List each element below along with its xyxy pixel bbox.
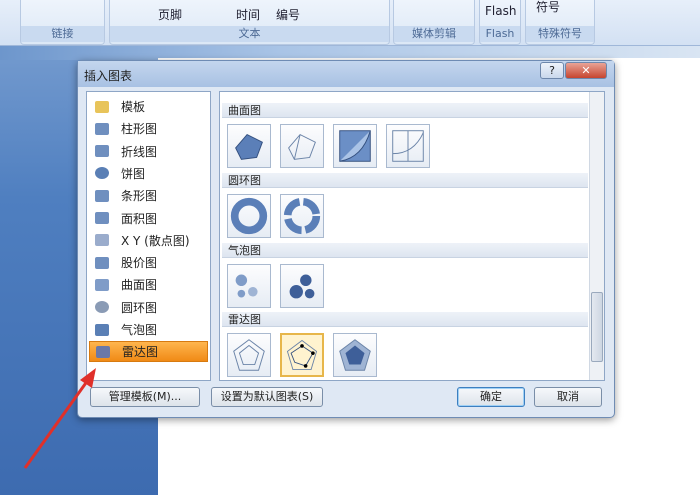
category-label: 曲面图 (121, 278, 158, 293)
group-label: 特殊符号 (526, 26, 594, 42)
radar-option[interactable] (227, 333, 271, 377)
red-arrow-annotation (23, 368, 96, 469)
gallery-scrollbar[interactable] (589, 92, 604, 380)
chart-thumbnail-icon (339, 339, 371, 371)
radar-markers-option[interactable] (280, 333, 324, 377)
exploded-doughnut-option[interactable] (280, 194, 324, 238)
folder-icon (95, 100, 109, 113)
insert-chart-dialog: 插入图表 ? ✕ 模板 柱形图 折线图 饼图 条形图 面积图 X Y (散点图) 股价图 曲面图… (77, 60, 615, 418)
group-label: 媒体剪辑 (394, 26, 474, 42)
surface-chart-icon (95, 278, 109, 291)
category-label: 柱形图 (121, 122, 158, 137)
chart-thumbnail-icon (288, 133, 316, 160)
category-item[interactable]: 饼图 (89, 163, 208, 184)
slide-number-button[interactable]: 编号 (276, 6, 300, 23)
3d-surface-option[interactable] (227, 124, 271, 168)
scrollbar-thumb[interactable] (591, 292, 603, 362)
date-time-button[interactable]: 时间 (236, 6, 260, 23)
chart-thumbnail-icon (230, 197, 268, 235)
category-label: 模板 (121, 100, 146, 114)
category-item[interactable]: 圆环图 (89, 297, 208, 318)
category-item[interactable]: X Y (散点图) (89, 230, 208, 251)
category-label: 折线图 (121, 144, 158, 159)
3d-bubble-option[interactable] (280, 264, 324, 308)
category-item[interactable]: 气泡图 (89, 319, 208, 340)
ribbon-group-text: 页脚 时间 编号 文本 (109, 0, 390, 45)
scatter-chart-icon (95, 234, 109, 247)
chart-thumbnail-icon (283, 197, 321, 235)
chart-subtype-gallery: 曲面图圆环图气泡图雷达图 (219, 91, 605, 381)
category-label: 气泡图 (121, 323, 158, 337)
chart-thumbnail-icon (233, 339, 265, 371)
chart-category-list: 模板柱形图折线图饼图条形图面积图 X Y (散点图) 股价图曲面图圆环图气泡图雷达图 (86, 91, 211, 381)
chart-thumbnail-icon (339, 130, 371, 162)
section-header: 气泡图 (222, 243, 588, 258)
help-button[interactable]: ? (540, 62, 564, 79)
chart-thumbnail-icon (235, 274, 258, 298)
category-item[interactable]: 条形图 (89, 185, 208, 206)
symbol-button[interactable]: 符号 (536, 0, 560, 15)
filled-radar-option[interactable] (333, 333, 377, 377)
category-label: 股价图 (121, 256, 158, 271)
flash-button[interactable]: Flash (485, 4, 516, 18)
category-item[interactable]: 柱形图 (89, 118, 208, 139)
dialog-titlebar[interactable]: 插入图表 ? ✕ (78, 61, 614, 87)
contour-option[interactable] (333, 124, 377, 168)
category-item[interactable]: 折线图 (89, 141, 208, 162)
category-label: 面积图 (121, 211, 158, 226)
doughnut-chart-icon (95, 301, 109, 314)
chart-thumbnail-icon (286, 339, 318, 370)
ribbon: 链接 页脚 时间 编号 文本 媒体剪辑 Flash Flash 符号 特殊符号 (0, 0, 700, 46)
cancel-button[interactable]: 取消 (534, 387, 602, 407)
area-chart-icon (95, 212, 109, 224)
dialog-title: 插入图表 (84, 69, 133, 83)
chart-thumbnail-icon (235, 133, 263, 160)
bubble-option[interactable] (227, 264, 271, 308)
category-item[interactable]: 股价图 (89, 252, 208, 273)
line-chart-icon (95, 145, 109, 158)
header-footer-button[interactable]: 页脚 (158, 6, 182, 23)
section-header: 圆环图 (222, 173, 588, 188)
ribbon-group-symbols: 符号 特殊符号 (525, 0, 595, 45)
stock-chart-icon (95, 256, 109, 269)
wireframe-3d-surface-option[interactable] (280, 124, 324, 168)
ok-button[interactable]: 确定 (457, 387, 525, 407)
bubble-chart-icon (95, 323, 109, 336)
group-label: 链接 (21, 26, 104, 42)
category-label: X Y (散点图) (121, 233, 190, 248)
category-label: 饼图 (121, 166, 146, 181)
group-label: 文本 (110, 26, 389, 42)
ribbon-group-flash: Flash Flash (479, 0, 521, 45)
chart-thumbnail-icon (392, 130, 424, 162)
doughnut-option[interactable] (227, 194, 271, 238)
set-default-chart-button[interactable]: 设置为默认图表(S) (211, 387, 323, 407)
section-header: 雷达图 (222, 312, 588, 327)
ribbon-group-links: 链接 (20, 0, 105, 45)
ribbon-group-media: 媒体剪辑 (393, 0, 475, 45)
chart-thumbnail-icon (289, 274, 315, 299)
category-item[interactable]: 曲面图 (89, 274, 208, 295)
category-label: 雷达图 (122, 345, 159, 360)
pie-chart-icon (95, 167, 109, 180)
section-header: 曲面图 (222, 103, 588, 118)
column-chart-icon (95, 122, 109, 135)
category-item[interactable]: 模板 (89, 96, 208, 117)
wireframe-contour-option[interactable] (386, 124, 430, 168)
category-label: 圆环图 (121, 300, 158, 315)
group-label: Flash (480, 26, 520, 42)
category-item[interactable]: 面积图 (89, 208, 208, 229)
close-button[interactable]: ✕ (565, 62, 607, 79)
category-label: 条形图 (121, 189, 158, 204)
bar-chart-icon (95, 189, 109, 202)
